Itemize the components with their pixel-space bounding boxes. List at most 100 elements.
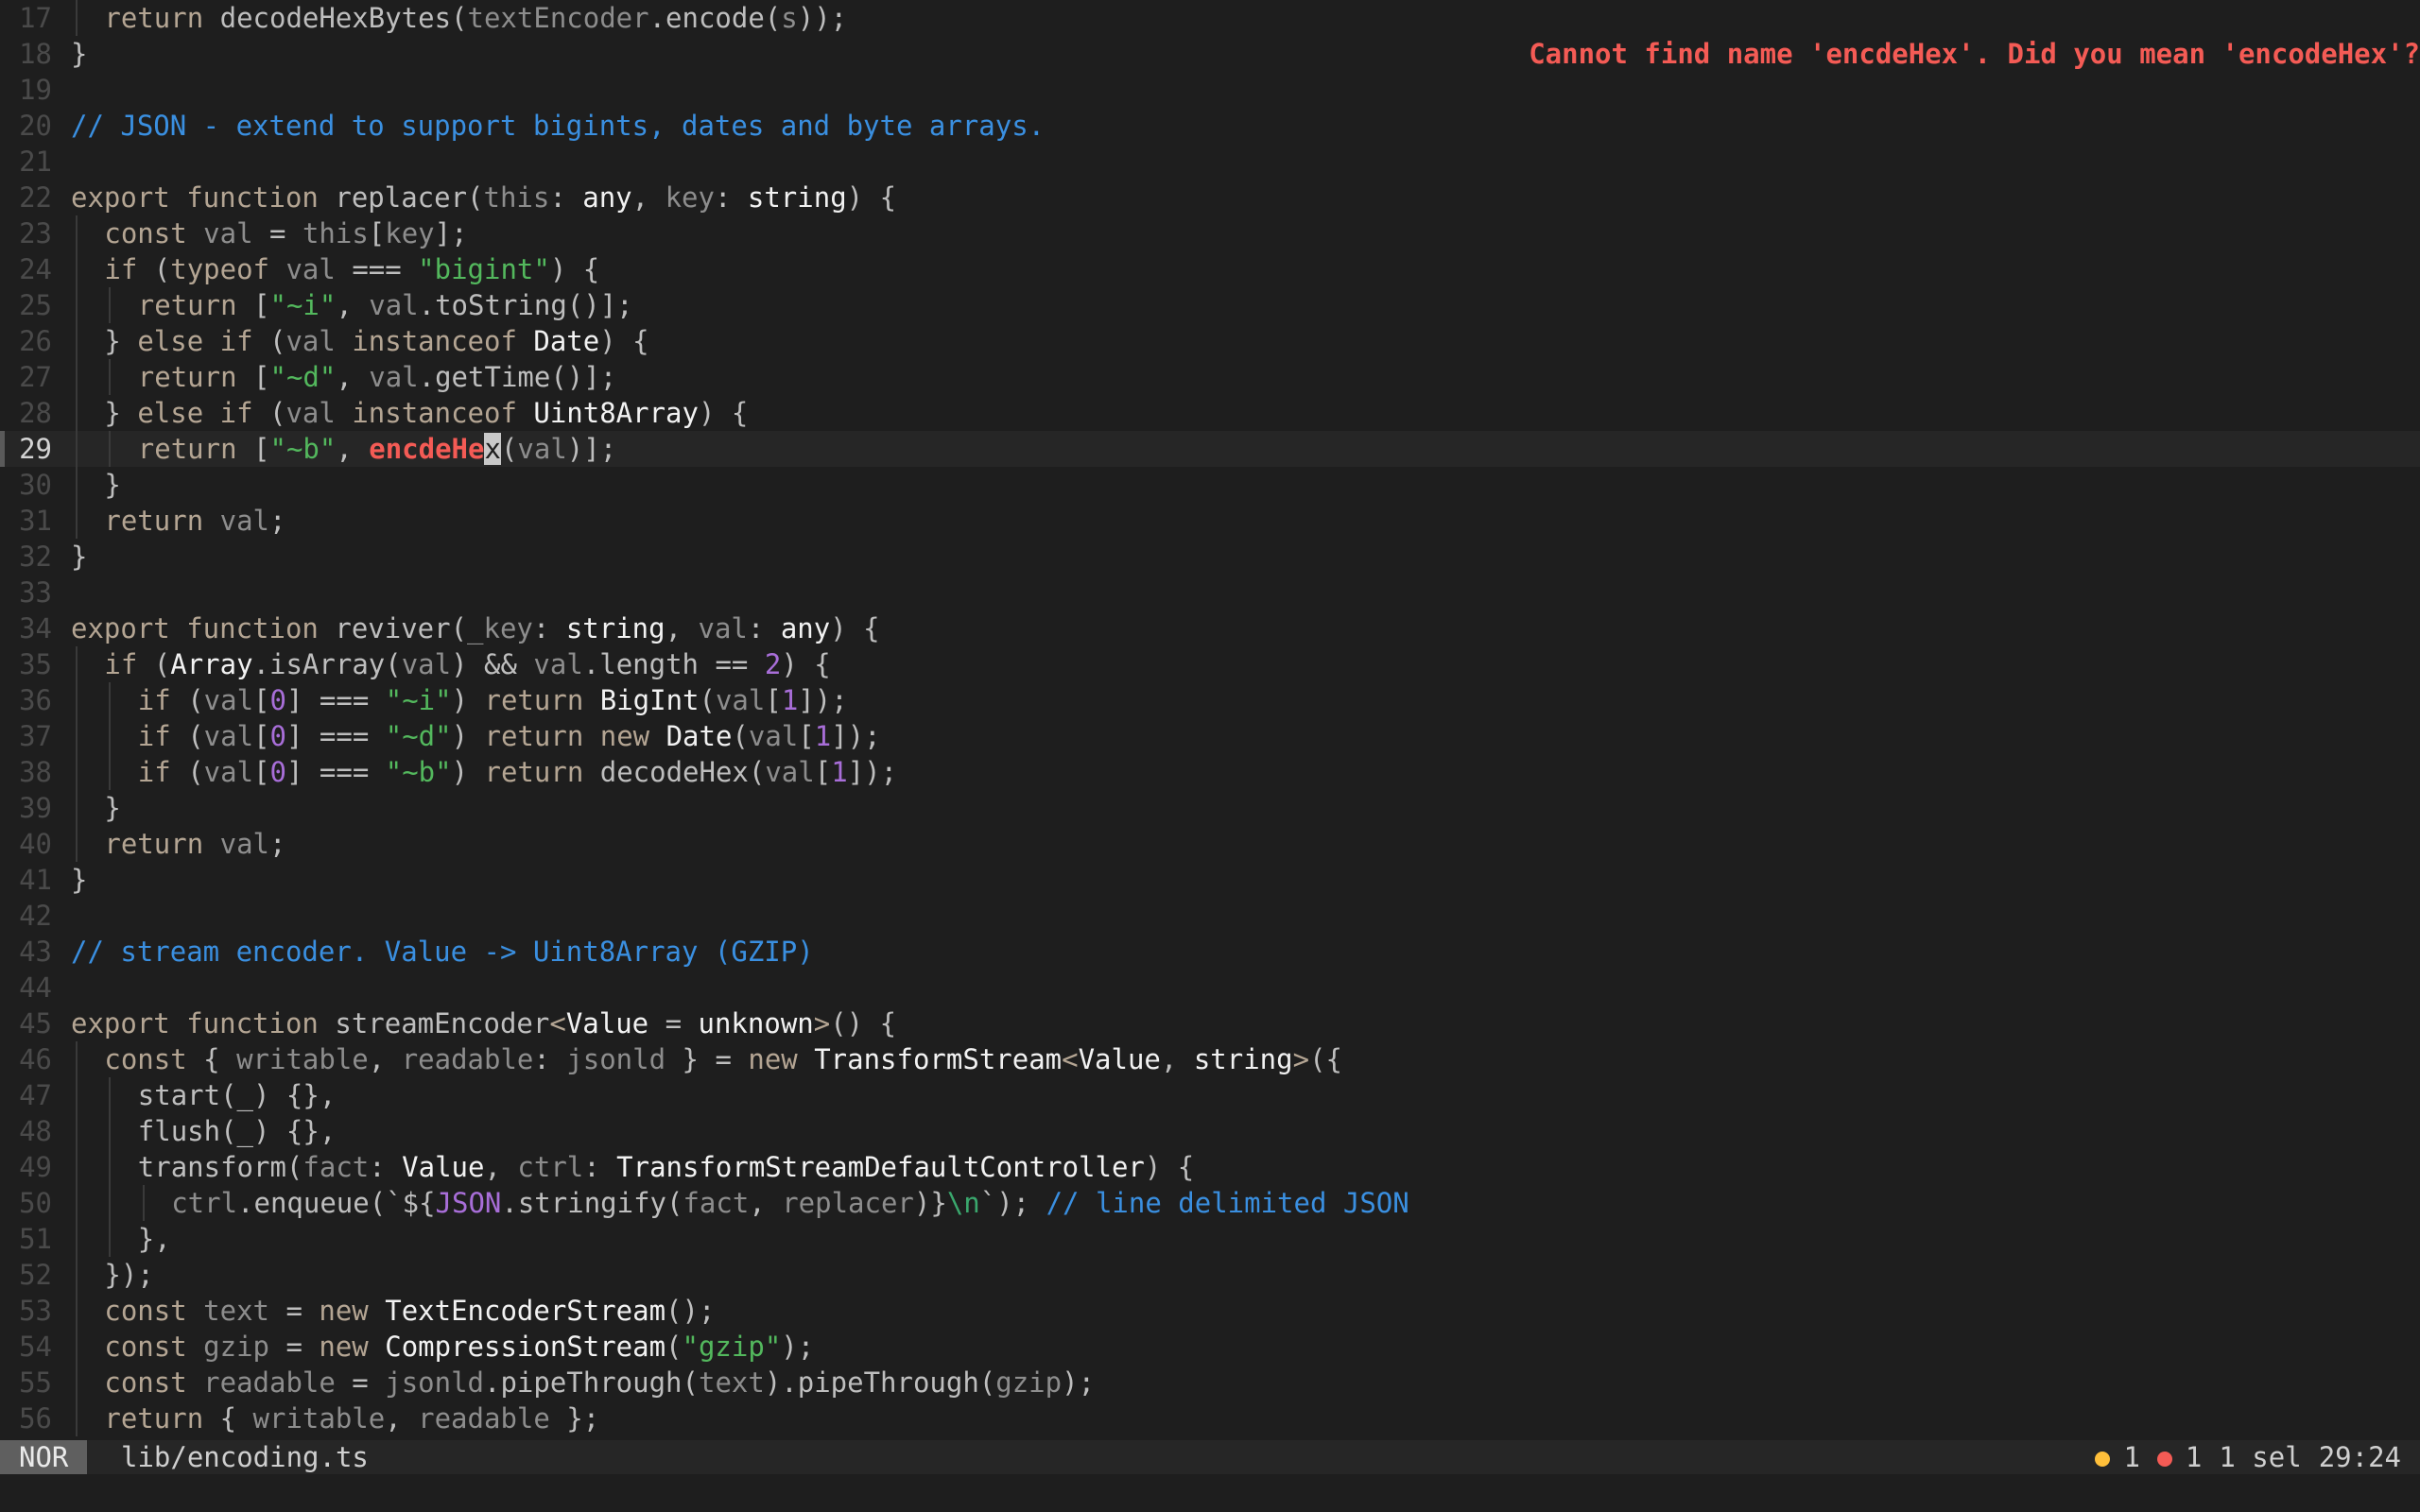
code-line[interactable]: 39} <box>0 790 2420 826</box>
token: } <box>104 469 121 501</box>
code-line[interactable]: 35 if (Array.isArray(val) && val.length =… <box>0 646 2420 682</box>
code-line[interactable]: 55 const readable = jsonld.pipeThrough(te… <box>0 1365 2420 1400</box>
line-number: 20 <box>19 110 52 142</box>
token: ).pipeThrough( <box>764 1366 996 1399</box>
code-line[interactable]: 41} <box>0 862 2420 898</box>
code-editor[interactable]: 17 return decodeHexBytes(textEncoder.enco… <box>0 0 2420 1440</box>
token: ) { <box>599 325 649 357</box>
token: ]; <box>434 217 468 249</box>
token: ] === <box>285 756 386 788</box>
code-text: }, <box>138 1221 171 1257</box>
token: , <box>1160 1043 1194 1075</box>
code-text: const val = this[key]; <box>104 215 467 251</box>
token: ) <box>451 684 485 716</box>
code-line[interactable]: 17 return decodeHexBytes(textEncoder.enco… <box>0 0 2420 36</box>
line-number: 29 <box>19 433 52 465</box>
token: .stringify( <box>501 1187 683 1219</box>
code-line[interactable]: 50 ctrl.enqueue(`${JSON.stringify(fact, r… <box>0 1185 2420 1221</box>
code-line[interactable]: 36 if (val[0] === "~i") return BigInt(val… <box>0 682 2420 718</box>
code-line[interactable]: 40 return val; <box>0 826 2420 862</box>
code-line[interactable]: 23 const val = this[key]; <box>0 215 2420 251</box>
token: .toString()]; <box>418 289 633 321</box>
code-line[interactable]: 38 if (val[0] === "~b") return decodeHex(… <box>0 754 2420 790</box>
line-number: 51 <box>19 1223 52 1255</box>
code-line[interactable]: 54 const gzip = new CompressionStream("gz… <box>0 1329 2420 1365</box>
code-text: // stream encoder. Value -> Uint8Array (… <box>71 934 814 970</box>
token: decodeHex( <box>599 756 766 788</box>
token: const <box>104 1295 204 1327</box>
token: = <box>252 217 302 249</box>
token: () { <box>830 1007 897 1040</box>
code-line[interactable]: 56 return { writable, readable }; <box>0 1400 2420 1436</box>
code-line[interactable]: 32} <box>0 539 2420 575</box>
token: string <box>565 612 666 644</box>
indent-guide <box>109 359 112 395</box>
code-line[interactable]: 47 start(_) {}, <box>0 1077 2420 1113</box>
token: 2 <box>764 648 782 680</box>
token: this <box>483 181 550 214</box>
token: writable <box>252 1402 386 1435</box>
code-line[interactable]: 28} else if (val instanceof Uint8Array) … <box>0 395 2420 431</box>
token: = <box>269 1331 320 1363</box>
token: ( <box>732 720 749 752</box>
code-line[interactable]: 30} <box>0 467 2420 503</box>
indent-guide <box>76 287 78 323</box>
token: \n <box>946 1187 980 1219</box>
token: return <box>104 1402 220 1435</box>
code-line[interactable]: 34 export function reviver(_key: string, … <box>0 610 2420 646</box>
warning-count[interactable]: 1 <box>2095 1440 2140 1474</box>
command-line[interactable] <box>0 1474 2420 1512</box>
code-line[interactable]: 52}); <box>0 1257 2420 1293</box>
code-line[interactable]: 31 return val; <box>0 503 2420 539</box>
code-line[interactable]: 24 if (typeof val === "bigint") { <box>0 251 2420 287</box>
code-line[interactable]: 46 const { writable, readable: jsonld } =… <box>0 1041 2420 1077</box>
token: any <box>780 612 831 644</box>
code-text: return ["~d", val.getTime()]; <box>138 359 616 395</box>
token: replacer <box>782 1187 914 1219</box>
error-count[interactable]: 1 <box>2156 1440 2202 1474</box>
code-line[interactable]: 45 export function streamEncoder<Value = … <box>0 1005 2420 1041</box>
indent-guide <box>109 287 112 323</box>
indent-guide <box>109 754 112 790</box>
code-line[interactable]: 25 return ["~i", val.toString()]; <box>0 287 2420 323</box>
status-bar: NOR lib/encoding.ts 1 1 1 sel 29:24 <box>0 1440 2420 1474</box>
token: , <box>665 612 699 644</box>
token: ( <box>666 1331 683 1363</box>
code-line[interactable]: 21 <box>0 144 2420 180</box>
code-line[interactable]: 29 return ["~b", encdeHex(val)]; <box>0 431 2420 467</box>
token: .enqueue(`${ <box>237 1187 436 1219</box>
code-line[interactable]: 19 <box>0 72 2420 108</box>
token: fact <box>683 1187 750 1219</box>
code-line[interactable]: 20 // JSON - extend to support bigints, d… <box>0 108 2420 144</box>
token: } <box>104 792 121 824</box>
token: "~b" <box>269 433 337 465</box>
code-line[interactable]: 26} else if (val instanceof Date) { <box>0 323 2420 359</box>
token: `); <box>979 1187 1046 1219</box>
token: val <box>203 217 253 249</box>
code-line[interactable]: 44 <box>0 970 2420 1005</box>
code-line[interactable]: 18} Cannot find name 'encdeHex'. Did you … <box>0 36 2420 72</box>
token: val <box>285 325 336 357</box>
code-line[interactable]: 27 return ["~d", val.getTime()]; <box>0 359 2420 395</box>
status-right: 1 1 1 sel 29:24 <box>2095 1440 2401 1474</box>
code-text: return { writable, readable }; <box>104 1400 599 1436</box>
token: (); <box>666 1295 716 1327</box>
token: // line delimited JSON <box>1046 1187 1409 1219</box>
indent-guide <box>76 1329 78 1365</box>
code-text: // JSON - extend to support bigints, dat… <box>71 108 1045 144</box>
code-text: return ["~b", encdeHex(val)]; <box>138 431 616 467</box>
line-number: 53 <box>19 1295 52 1327</box>
token: = <box>648 1007 699 1040</box>
code-line[interactable]: 43 // stream encoder. Value -> Uint8Array… <box>0 934 2420 970</box>
token: ( <box>153 253 171 285</box>
code-line[interactable]: 37 if (val[0] === "~d") return new Date(v… <box>0 718 2420 754</box>
code-line[interactable]: 42 <box>0 898 2420 934</box>
token: val <box>698 612 748 644</box>
code-line[interactable]: 22 export function replacer(this: any, ke… <box>0 180 2420 215</box>
code-line[interactable]: 51}, <box>0 1221 2420 1257</box>
code-line[interactable]: 48 flush(_) {}, <box>0 1113 2420 1149</box>
code-line[interactable]: 53 const text = new TextEncoderStream(); <box>0 1293 2420 1329</box>
code-line[interactable]: 33 <box>0 575 2420 610</box>
diagnostic-message: Cannot find name 'encdeHex'. Did you mea… <box>1529 38 2420 70</box>
code-line[interactable]: 49 transform(fact: Value, ctrl: Transform… <box>0 1149 2420 1185</box>
